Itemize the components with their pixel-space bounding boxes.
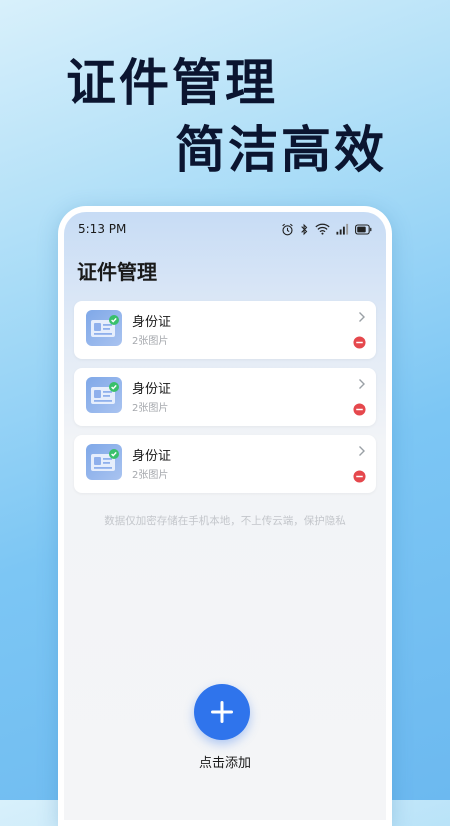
remove-icon[interactable]: [353, 470, 366, 483]
status-time: 5:13 PM: [78, 222, 127, 236]
id-card-icon: [91, 449, 119, 471]
document-name: 身份证: [132, 449, 172, 464]
document-count: 2张图片: [132, 336, 169, 347]
document-card[interactable]: 身份证 2张图片: [74, 435, 376, 493]
document-card[interactable]: 身份证 2张图片: [74, 368, 376, 426]
document-name: 身份证: [132, 382, 172, 397]
add-label[interactable]: 点击添加: [64, 752, 386, 771]
document-card[interactable]: 身份证 2张图片: [74, 301, 376, 359]
id-card-thumbnail: [86, 444, 122, 480]
battery-icon: [355, 223, 372, 235]
remove-icon[interactable]: [353, 403, 366, 416]
page-title: 证件管理: [77, 260, 157, 284]
phone-screen: 5:13 PM 证件管理 身份证 2张图片 身份证 2张图片 身份证 2张图片 …: [64, 212, 386, 820]
wifi-icon: [315, 223, 330, 235]
chevron-right-icon[interactable]: [358, 311, 366, 323]
id-card-thumbnail: [86, 310, 122, 346]
chevron-right-icon[interactable]: [358, 445, 366, 457]
bluetooth-icon: [301, 223, 308, 235]
hero-title-line1: 证件管理: [66, 54, 278, 112]
plus-icon: [211, 701, 233, 723]
remove-icon[interactable]: [353, 336, 366, 349]
document-count: 2张图片: [132, 470, 169, 481]
document-count: 2张图片: [132, 403, 169, 414]
id-card-thumbnail: [86, 377, 122, 413]
privacy-note: 数据仅加密存储在手机本地，不上传云端，保护隐私: [104, 515, 346, 527]
add-button[interactable]: [194, 684, 250, 740]
status-icons: [281, 223, 372, 236]
id-card-icon: [91, 382, 119, 404]
hero-title-line2: 简洁高效: [175, 121, 387, 179]
signal-icon: [336, 223, 349, 235]
phone-frame: 5:13 PM 证件管理 身份证 2张图片 身份证 2张图片 身份证 2张图片 …: [58, 206, 392, 826]
chevron-right-icon[interactable]: [358, 378, 366, 390]
alarm-icon: [282, 223, 293, 235]
id-card-icon: [91, 315, 119, 337]
document-name: 身份证: [132, 315, 172, 330]
status-bar: 5:13 PM: [64, 212, 386, 246]
